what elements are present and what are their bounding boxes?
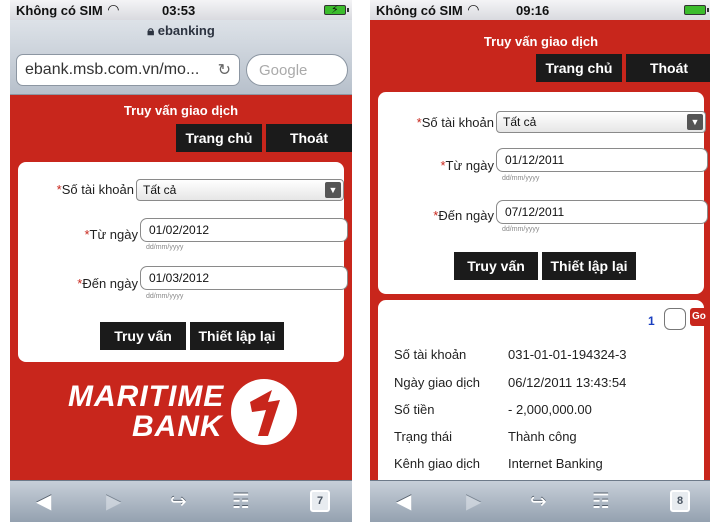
logo-text-line1: MARITIME (68, 380, 225, 413)
back-icon[interactable]: ◀ (396, 489, 411, 514)
result-label: Trạng thái (394, 429, 453, 444)
url-text: ebank.msb.com.vn/mo... (25, 61, 200, 78)
result-value: 06/12/2011 13:43:54 (508, 375, 627, 390)
query-button[interactable]: Truy vấn (100, 322, 186, 350)
home-button[interactable]: Trang chủ (176, 124, 262, 152)
safari-address-bar: 🔒︎ ebanking ebank.msb.com.vn/mo... ↻ Goog… (10, 20, 352, 95)
result-value: 031-01-01-194324-3 (508, 347, 627, 362)
wifi-icon: ◠ (108, 1, 119, 17)
go-button[interactable]: Go (690, 308, 710, 326)
query-button[interactable]: Truy vấn (454, 252, 538, 280)
result-value: Thành công (508, 429, 577, 444)
from-date-input[interactable]: 01/02/2012 (140, 218, 348, 242)
to-date-input[interactable]: 01/03/2012 (140, 266, 348, 290)
browser-toolbar: ◀ ▶ ↪ ☶ 8 (370, 480, 710, 522)
logo-mark-icon (231, 379, 297, 445)
bookmarks-icon[interactable]: ☶ (232, 489, 250, 514)
chevron-down-icon: ▼ (687, 114, 703, 130)
bookmarks-icon[interactable]: ☶ (592, 489, 610, 514)
wifi-icon: ◠ (468, 1, 479, 17)
to-date-label: *Đến ngày (77, 276, 138, 291)
date-format-hint: dd/mm/yyyy (146, 244, 184, 251)
status-bar: Không có SIM ◠ 03:53 ⚡ (10, 0, 352, 20)
result-label: Số tài khoản (394, 347, 467, 362)
result-label: Số tiền (394, 402, 435, 417)
date-format-hint: dd/mm/yyyy (502, 175, 540, 182)
reset-button[interactable]: Thiết lập lại (542, 252, 636, 280)
to-date-input[interactable]: 07/12/2011 (496, 200, 708, 224)
to-date-label: *Đến ngày (433, 208, 494, 223)
url-field[interactable]: ebank.msb.com.vn/mo... ↻ (16, 54, 240, 86)
logout-button[interactable]: Thoát (266, 124, 352, 152)
from-date-label: *Từ ngày (440, 158, 494, 173)
account-select[interactable]: Tất cả ▼ (496, 111, 706, 133)
status-bar: Không có SIM ◠ 09:16 (370, 0, 710, 20)
lock-icon: 🔒︎ (147, 23, 155, 38)
clock: 09:16 (516, 3, 550, 18)
logout-button[interactable]: Thoát (626, 54, 710, 82)
page-heading: Truy vấn giao dịch (483, 34, 599, 49)
query-form: *Số tài khoản Tất cả ▼ *Từ ngày 01/12/201… (378, 92, 708, 294)
back-icon[interactable]: ◀ (36, 489, 51, 514)
home-button[interactable]: Trang chủ (536, 54, 622, 82)
result-value: Internet Banking (508, 456, 603, 471)
result-panel: 1 Go Số tài khoản 031-01-01-194324-3 Ngà… (378, 300, 710, 490)
account-select[interactable]: Tất cả ▼ (136, 179, 344, 201)
battery-icon (684, 5, 709, 15)
phone-screen-right: Không có SIM ◠ 09:16 Truy vấn giao dịch … (370, 0, 710, 522)
phone-screen-left: Không có SIM ◠ 03:53 ⚡ 🔒︎ ebanking ebank… (10, 0, 352, 522)
reset-button[interactable]: Thiết lập lại (190, 322, 284, 350)
browser-toolbar: ◀ ▶ ↪ ☶ 7 (10, 480, 352, 522)
share-icon[interactable]: ↪ (530, 489, 547, 514)
forward-icon[interactable]: ▶ (466, 489, 481, 514)
result-label: Ngày giao dịch (394, 375, 480, 390)
account-label: *Số tài khoản (56, 182, 134, 197)
site-title: ebanking (157, 23, 215, 38)
page-title-bar: 🔒︎ ebanking (10, 23, 352, 39)
maritime-bank-logo: MARITIME BANK (68, 378, 298, 450)
account-label: *Số tài khoản (416, 115, 494, 130)
reload-icon[interactable]: ↻ (218, 60, 231, 80)
query-form: *Số tài khoản Tất cả ▼ *Từ ngày 01/02/201… (18, 162, 348, 362)
page-number[interactable]: 1 (648, 314, 655, 328)
page-input[interactable] (664, 308, 686, 330)
date-format-hint: dd/mm/yyyy (146, 293, 184, 300)
result-value: - 2,000,000.00 (508, 402, 592, 417)
battery-icon: ⚡ (324, 4, 349, 16)
from-date-label: *Từ ngày (84, 227, 138, 242)
logo-text-line2: BANK (132, 410, 223, 443)
chevron-down-icon: ▼ (325, 182, 341, 198)
carrier-label: Không có SIM (16, 3, 103, 18)
forward-icon[interactable]: ▶ (106, 489, 121, 514)
share-icon[interactable]: ↪ (170, 489, 187, 514)
carrier-label: Không có SIM (376, 3, 463, 18)
search-field[interactable]: Google (246, 54, 348, 86)
tabs-icon[interactable]: 7 (310, 490, 330, 512)
from-date-input[interactable]: 01/12/2011 (496, 148, 708, 172)
date-format-hint: dd/mm/yyyy (502, 226, 540, 233)
clock: 03:53 (162, 3, 196, 18)
result-label: Kênh giao dịch (394, 456, 481, 471)
tabs-icon[interactable]: 8 (670, 490, 690, 512)
page-heading: Truy vấn giao dịch (123, 103, 239, 118)
